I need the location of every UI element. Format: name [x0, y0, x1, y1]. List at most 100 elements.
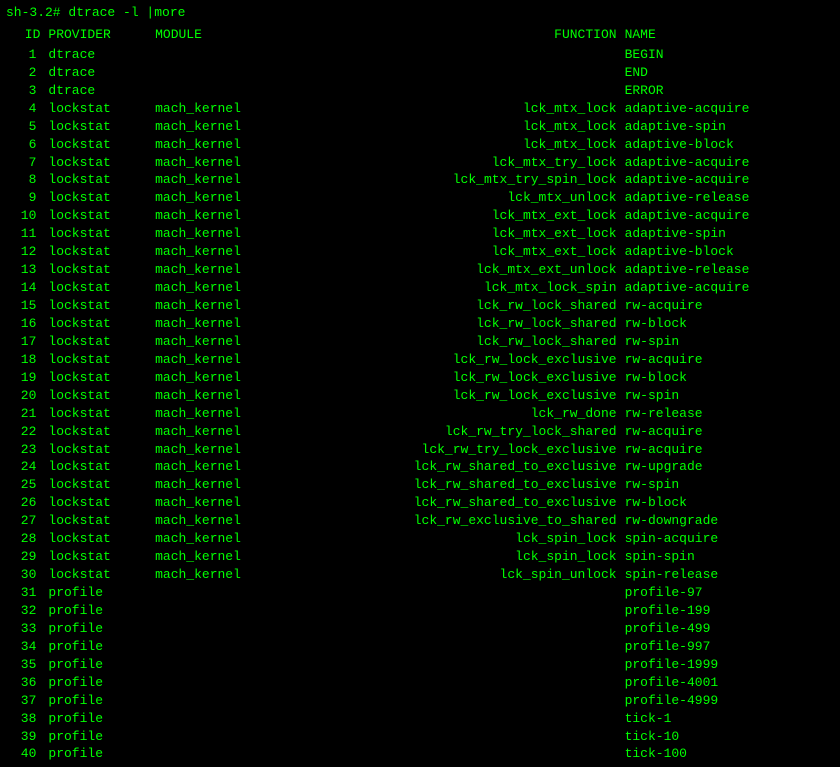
cell-name: adaptive-acquire	[621, 154, 834, 172]
cell-provider: lockstat	[44, 476, 151, 494]
cell-name: adaptive-release	[621, 261, 834, 279]
cell-id: 1	[6, 46, 44, 64]
cell-provider: profile	[44, 728, 151, 746]
table-row: 26lockstatmach_kernellck_rw_shared_to_ex…	[6, 494, 834, 512]
cell-name: adaptive-block	[621, 136, 834, 154]
cell-function: lck_rw_lock_shared	[322, 297, 621, 315]
cell-id: 9	[6, 189, 44, 207]
cell-function: lck_spin_lock	[322, 548, 621, 566]
cell-function: lck_mtx_lock	[322, 118, 621, 136]
table-row: 24lockstatmach_kernellck_rw_shared_to_ex…	[6, 458, 834, 476]
cell-function: lck_rw_shared_to_exclusive	[322, 494, 621, 512]
cell-provider: lockstat	[44, 458, 151, 476]
cell-module: mach_kernel	[151, 530, 322, 548]
cell-provider: lockstat	[44, 512, 151, 530]
cell-provider: lockstat	[44, 494, 151, 512]
cell-provider: lockstat	[44, 243, 151, 261]
table-row: 28lockstatmach_kernellck_spin_lockspin-a…	[6, 530, 834, 548]
cell-id: 32	[6, 602, 44, 620]
cell-module: mach_kernel	[151, 476, 322, 494]
cell-function: lck_rw_done	[322, 405, 621, 423]
cell-function: lck_mtx_ext_lock	[322, 225, 621, 243]
cell-module: mach_kernel	[151, 566, 322, 584]
cell-module: mach_kernel	[151, 297, 322, 315]
table-row: 5lockstatmach_kernellck_mtx_lockadaptive…	[6, 118, 834, 136]
table-row: 4lockstatmach_kernellck_mtx_lockadaptive…	[6, 100, 834, 118]
cell-name: rw-block	[621, 494, 834, 512]
cell-function: lck_mtx_lock	[322, 100, 621, 118]
cell-name: tick-10	[621, 728, 834, 746]
cell-id: 39	[6, 728, 44, 746]
cell-function	[322, 745, 621, 763]
cell-module: mach_kernel	[151, 279, 322, 297]
cell-function: lck_mtx_unlock	[322, 189, 621, 207]
cell-id: 8	[6, 171, 44, 189]
table-row: 18lockstatmach_kernellck_rw_lock_exclusi…	[6, 351, 834, 369]
cell-id: 40	[6, 745, 44, 763]
cell-provider: dtrace	[44, 64, 151, 82]
cell-name: rw-acquire	[621, 297, 834, 315]
cell-name: profile-997	[621, 638, 834, 656]
cell-module: mach_kernel	[151, 189, 322, 207]
cell-module: mach_kernel	[151, 261, 322, 279]
cell-provider: lockstat	[44, 297, 151, 315]
cell-module: mach_kernel	[151, 136, 322, 154]
cell-module: mach_kernel	[151, 405, 322, 423]
header-module: MODULE	[151, 26, 322, 46]
table-row: 27lockstatmach_kernellck_rw_exclusive_to…	[6, 512, 834, 530]
cell-function: lck_mtx_lock_spin	[322, 279, 621, 297]
cell-module	[151, 710, 322, 728]
table-row: 16lockstatmach_kernellck_rw_lock_sharedr…	[6, 315, 834, 333]
table-row: 37profileprofile-4999	[6, 692, 834, 710]
cell-name: adaptive-acquire	[621, 171, 834, 189]
cell-module	[151, 656, 322, 674]
cell-module: mach_kernel	[151, 243, 322, 261]
cell-provider: lockstat	[44, 405, 151, 423]
cell-module	[151, 620, 322, 638]
cell-name: spin-spin	[621, 548, 834, 566]
cell-id: 29	[6, 548, 44, 566]
table-row: 13lockstatmach_kernellck_mtx_ext_unlocka…	[6, 261, 834, 279]
cell-name: profile-4001	[621, 674, 834, 692]
cell-function: lck_mtx_ext_unlock	[322, 261, 621, 279]
cell-id: 7	[6, 154, 44, 172]
cell-id: 14	[6, 279, 44, 297]
table-row: 34profileprofile-997	[6, 638, 834, 656]
terminal: sh-3.2# dtrace -l |more ID PROVIDER MODU…	[6, 4, 834, 763]
cell-name: profile-1999	[621, 656, 834, 674]
cell-name: BEGIN	[621, 46, 834, 64]
cell-name: rw-acquire	[621, 441, 834, 459]
cell-id: 27	[6, 512, 44, 530]
cell-id: 10	[6, 207, 44, 225]
cell-module: mach_kernel	[151, 118, 322, 136]
cell-provider: lockstat	[44, 351, 151, 369]
cell-function	[322, 46, 621, 64]
cell-name: profile-97	[621, 584, 834, 602]
table-row: 31profileprofile-97	[6, 584, 834, 602]
cell-provider: lockstat	[44, 136, 151, 154]
cell-provider: profile	[44, 674, 151, 692]
cell-function: lck_mtx_ext_lock	[322, 207, 621, 225]
cell-provider: lockstat	[44, 261, 151, 279]
cell-name: rw-spin	[621, 333, 834, 351]
cell-name: rw-acquire	[621, 423, 834, 441]
cell-name: rw-downgrade	[621, 512, 834, 530]
table-row: 8lockstatmach_kernellck_mtx_try_spin_loc…	[6, 171, 834, 189]
cell-provider: profile	[44, 692, 151, 710]
cell-module: mach_kernel	[151, 154, 322, 172]
cell-function: lck_rw_lock_exclusive	[322, 387, 621, 405]
cell-id: 38	[6, 710, 44, 728]
cell-provider: lockstat	[44, 154, 151, 172]
cell-provider: lockstat	[44, 548, 151, 566]
table-row: 21lockstatmach_kernellck_rw_donerw-relea…	[6, 405, 834, 423]
cell-name: rw-block	[621, 369, 834, 387]
cell-function: lck_mtx_ext_lock	[322, 243, 621, 261]
cell-module: mach_kernel	[151, 351, 322, 369]
cell-function	[322, 64, 621, 82]
cell-provider: profile	[44, 638, 151, 656]
cell-name: adaptive-spin	[621, 225, 834, 243]
cell-module	[151, 674, 322, 692]
header-id: ID	[6, 26, 44, 46]
cell-function	[322, 584, 621, 602]
table-row: 15lockstatmach_kernellck_rw_lock_sharedr…	[6, 297, 834, 315]
